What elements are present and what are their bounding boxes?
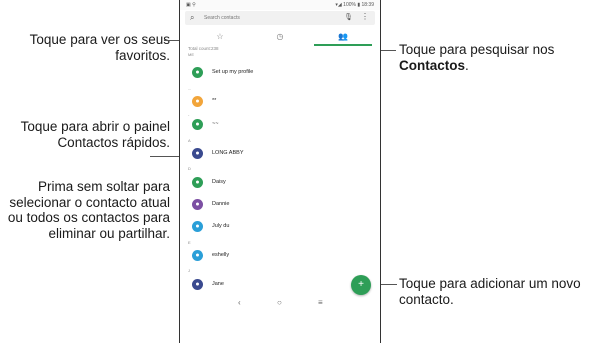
callout-search-end: . bbox=[465, 57, 469, 73]
tab-contacts[interactable]: 👥 bbox=[313, 32, 373, 41]
section-e: E bbox=[188, 240, 191, 245]
contact-name: Dannie bbox=[212, 201, 230, 207]
list-item[interactable]: ● ~~ bbox=[188, 119, 368, 131]
list-item[interactable]: ● Jane bbox=[188, 279, 368, 291]
list-item[interactable]: ● Set up my profile bbox=[188, 67, 368, 79]
navigation-bar: ‹ ○ ≡ bbox=[180, 296, 380, 314]
list-item[interactable]: ● July du bbox=[188, 221, 368, 233]
add-person-icon: + bbox=[358, 279, 364, 290]
section-j: J bbox=[188, 268, 190, 273]
list-item[interactable]: ● LONG ABBY bbox=[188, 148, 368, 160]
tab-favorites[interactable]: ☆ bbox=[190, 32, 250, 41]
section-dash: - bbox=[188, 112, 190, 117]
phone-screen: ▣ ⚲ ▾◢ 100% ▮ 18:39 ⌕ 🎙 ⋮ ☆ ◷ 👥 Total co… bbox=[179, 0, 381, 343]
person-icon: ● bbox=[192, 148, 203, 159]
search-input[interactable] bbox=[204, 12, 324, 24]
callout-quick-contacts: Toque para abrir o painel Contactos rápi… bbox=[20, 119, 170, 150]
status-bar: ▣ ⚲ ▾◢ 100% ▮ 18:39 bbox=[180, 0, 380, 10]
person-icon: ● bbox=[192, 279, 203, 290]
add-contact-button[interactable]: + bbox=[351, 275, 371, 295]
person-icon: ● bbox=[192, 119, 203, 130]
list-item[interactable]: ● eshelly bbox=[188, 250, 368, 262]
tab-active-indicator bbox=[314, 44, 372, 46]
search-icon[interactable]: ⌕ bbox=[190, 13, 194, 23]
contact-name: Jane bbox=[212, 281, 224, 287]
search-bar[interactable]: ⌕ 🎙 ⋮ bbox=[185, 11, 375, 25]
callout-search-text: Toque para pesquisar nos bbox=[399, 42, 555, 57]
section-dots: ... bbox=[188, 86, 192, 91]
list-item[interactable]: ● Daisy bbox=[188, 177, 368, 189]
person-icon: ● bbox=[192, 67, 203, 78]
contact-name: LONG ABBY bbox=[212, 150, 244, 156]
callout-long-press: Prima sem soltar para selecionar o conta… bbox=[7, 179, 170, 241]
callout-add: Toque para adicionar um novo contacto. bbox=[399, 276, 581, 307]
total-count: Total count:238 bbox=[188, 46, 219, 51]
section-d: D bbox=[188, 166, 191, 171]
contact-name: Daisy bbox=[212, 179, 226, 185]
recents-icon[interactable]: ≡ bbox=[318, 298, 323, 307]
section-me: ME bbox=[188, 52, 194, 57]
contact-name: ~~ bbox=[212, 121, 219, 127]
contact-name: July du bbox=[212, 223, 230, 229]
contact-name: ** bbox=[212, 98, 217, 104]
callout-search-bold: Contactos bbox=[399, 57, 466, 73]
callout-favorites: Toque para ver os seus favoritos. bbox=[29, 32, 170, 63]
status-icons-right: ▾◢ 100% ▮ 18:39 bbox=[335, 2, 374, 8]
person-icon: ● bbox=[192, 199, 203, 210]
person-icon: ● bbox=[192, 250, 203, 261]
person-icon: ● bbox=[192, 177, 203, 188]
contact-name: Set up my profile bbox=[212, 69, 254, 75]
status-icons-left: ▣ ⚲ bbox=[186, 2, 196, 8]
tab-recent[interactable]: ◷ bbox=[250, 32, 310, 41]
callout-search: Toque para pesquisar nos Contactos. bbox=[399, 42, 609, 73]
back-icon[interactable]: ‹ bbox=[238, 298, 241, 307]
more-options-icon[interactable]: ⋮ bbox=[361, 12, 369, 21]
list-item[interactable]: ● ** bbox=[188, 96, 368, 108]
contact-name: eshelly bbox=[212, 252, 230, 258]
home-icon[interactable]: ○ bbox=[277, 298, 282, 307]
person-icon: ● bbox=[192, 221, 203, 232]
mic-icon[interactable]: 🎙 bbox=[344, 13, 353, 21]
person-icon: ● bbox=[192, 96, 203, 107]
list-item[interactable]: ● Dannie bbox=[188, 199, 368, 211]
section-a: A bbox=[188, 138, 191, 143]
